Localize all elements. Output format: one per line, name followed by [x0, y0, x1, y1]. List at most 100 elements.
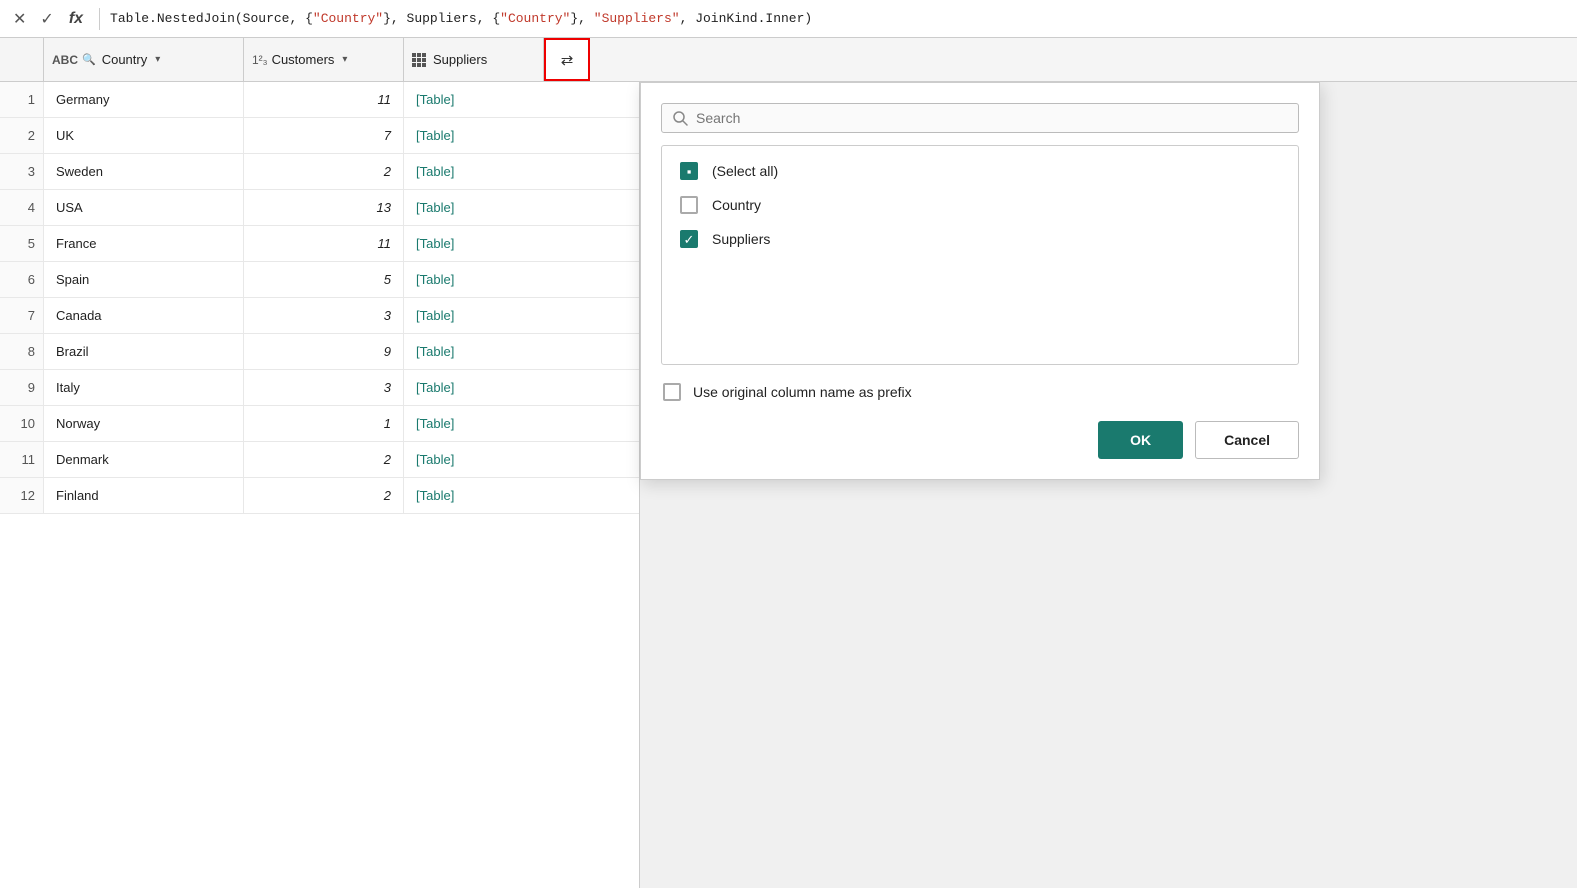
cell-country: Finland: [44, 478, 244, 513]
cell-suppliers[interactable]: [Table]: [404, 298, 544, 333]
fx-label: fx: [63, 10, 89, 28]
cell-country: France: [44, 226, 244, 261]
close-button[interactable]: ✕: [8, 7, 31, 31]
cell-rownum: 5: [0, 226, 44, 261]
table-row: 3 Sweden 2 [Table]: [0, 154, 639, 190]
cell-country: USA: [44, 190, 244, 225]
cell-customers: 2: [244, 154, 404, 189]
cell-rownum: 4: [0, 190, 44, 225]
abc-icon: ABC: [52, 53, 78, 67]
expand-icon: ⇄: [561, 51, 574, 69]
row-num-header: [0, 38, 44, 81]
cell-country: Italy: [44, 370, 244, 405]
cell-customers: 7: [244, 118, 404, 153]
data-table: 1 Germany 11 [Table] 2 UK 7 [Table] 3 Sw…: [0, 82, 640, 888]
table-row: 1 Germany 11 [Table]: [0, 82, 639, 118]
buttons-row: OK Cancel: [661, 421, 1299, 459]
table-row: 5 France 11 [Table]: [0, 226, 639, 262]
option-suppliers[interactable]: ✓ Suppliers: [662, 222, 1298, 256]
cell-suppliers[interactable]: [Table]: [404, 154, 544, 189]
cell-country: Canada: [44, 298, 244, 333]
table-row: 12 Finland 2 [Table]: [0, 478, 639, 514]
table-row: 11 Denmark 2 [Table]: [0, 442, 639, 478]
table-row: 9 Italy 3 [Table]: [0, 370, 639, 406]
suppliers-column-label: Suppliers: [433, 52, 487, 67]
expand-column-button[interactable]: ⇄: [544, 38, 590, 81]
cell-suppliers[interactable]: [Table]: [404, 442, 544, 477]
cancel-button[interactable]: Cancel: [1195, 421, 1299, 459]
country-column-label: Country: [102, 52, 148, 67]
column-header-country[interactable]: ABC 🔍 Country ▾: [44, 38, 244, 81]
cell-suppliers[interactable]: [Table]: [404, 82, 544, 117]
select-all-label: (Select all): [712, 163, 778, 179]
formula-bar: ✕ ✓ fx Table.NestedJoin(Source, {"Countr…: [0, 0, 1577, 38]
suppliers-option-label: Suppliers: [712, 231, 770, 247]
prefix-row[interactable]: Use original column name as prefix: [661, 383, 1299, 401]
cell-customers: 9: [244, 334, 404, 369]
cell-rownum: 10: [0, 406, 44, 441]
table-icon: [412, 53, 426, 67]
customers-column-label: Customers: [272, 52, 335, 67]
table-row: 8 Brazil 9 [Table]: [0, 334, 639, 370]
cell-suppliers[interactable]: [Table]: [404, 334, 544, 369]
cell-suppliers[interactable]: [Table]: [404, 118, 544, 153]
check-icon: ✓: [684, 233, 695, 246]
table-row: 4 USA 13 [Table]: [0, 190, 639, 226]
cell-customers: 5: [244, 262, 404, 297]
column-header-customers[interactable]: 1²₃ Customers ▾: [244, 38, 404, 81]
cell-country: UK: [44, 118, 244, 153]
cell-suppliers[interactable]: [Table]: [404, 478, 544, 513]
search-icon: [672, 110, 688, 126]
cell-suppliers[interactable]: [Table]: [404, 262, 544, 297]
expand-dropdown-panel: ▪ (Select all) Country ✓ Suppliers Use o…: [640, 82, 1320, 480]
country-dropdown-arrow[interactable]: ▾: [155, 54, 160, 65]
cell-rownum: 2: [0, 118, 44, 153]
cell-country: Brazil: [44, 334, 244, 369]
cell-rownum: 1: [0, 82, 44, 117]
cell-customers: 3: [244, 370, 404, 405]
table-row: 6 Spain 5 [Table]: [0, 262, 639, 298]
suppliers-checkbox[interactable]: ✓: [680, 230, 698, 248]
country-option-label: Country: [712, 197, 761, 213]
cell-country: Denmark: [44, 442, 244, 477]
ok-button[interactable]: OK: [1098, 421, 1183, 459]
option-country[interactable]: Country: [662, 188, 1298, 222]
table-row: 2 UK 7 [Table]: [0, 118, 639, 154]
partial-check-icon: ▪: [687, 165, 692, 178]
cell-suppliers[interactable]: [Table]: [404, 370, 544, 405]
num-icon: 1²₃: [252, 53, 268, 67]
column-headers: ABC 🔍 Country ▾ 1²₃ Customers ▾ Supplier…: [0, 38, 1577, 82]
customers-dropdown-arrow[interactable]: ▾: [342, 54, 347, 65]
search-input[interactable]: [696, 110, 1288, 126]
cell-customers: 11: [244, 82, 404, 117]
cell-customers: 13: [244, 190, 404, 225]
cell-customers: 2: [244, 478, 404, 513]
cell-country: Germany: [44, 82, 244, 117]
cell-country: Sweden: [44, 154, 244, 189]
formula-text: Table.NestedJoin(Source, {"Country"}, Su…: [110, 11, 1569, 26]
search-box[interactable]: [661, 103, 1299, 133]
confirm-button[interactable]: ✓: [35, 7, 58, 31]
formula-bar-controls: ✕ ✓ fx: [8, 7, 89, 31]
cell-suppliers[interactable]: [Table]: [404, 226, 544, 261]
cell-country: Spain: [44, 262, 244, 297]
cell-suppliers[interactable]: [Table]: [404, 406, 544, 441]
prefix-checkbox[interactable]: [663, 383, 681, 401]
select-all-checkbox[interactable]: ▪: [680, 162, 698, 180]
search-small-icon: 🔍: [82, 53, 96, 66]
table-row: 7 Canada 3 [Table]: [0, 298, 639, 334]
cell-rownum: 9: [0, 370, 44, 405]
table-container: 1 Germany 11 [Table] 2 UK 7 [Table] 3 Sw…: [0, 82, 1577, 888]
formula-divider: [99, 8, 100, 30]
cell-rownum: 8: [0, 334, 44, 369]
cell-rownum: 3: [0, 154, 44, 189]
country-checkbox[interactable]: [680, 196, 698, 214]
cell-customers: 11: [244, 226, 404, 261]
option-select-all[interactable]: ▪ (Select all): [662, 154, 1298, 188]
cell-customers: 1: [244, 406, 404, 441]
cell-suppliers[interactable]: [Table]: [404, 190, 544, 225]
options-list: ▪ (Select all) Country ✓ Suppliers: [661, 145, 1299, 365]
prefix-label: Use original column name as prefix: [693, 384, 912, 400]
column-header-suppliers[interactable]: Suppliers: [404, 38, 544, 81]
cell-country: Norway: [44, 406, 244, 441]
